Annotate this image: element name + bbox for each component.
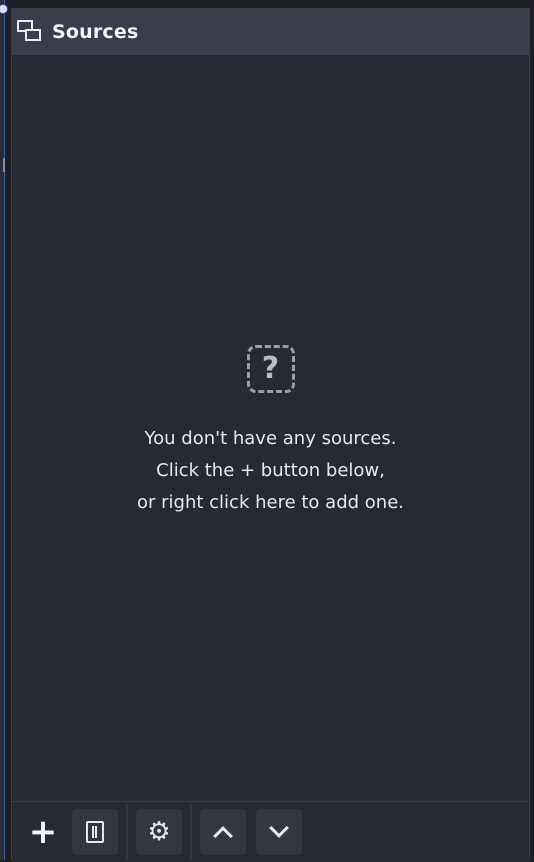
dock-title: Sources xyxy=(52,21,139,43)
trash-icon xyxy=(86,821,104,843)
gear-icon: ⚙ xyxy=(147,817,171,847)
sources-dock: Sources ? You don't have any sources. Cl… xyxy=(11,8,530,862)
question-mark-icon: ? xyxy=(246,345,295,393)
empty-message-line-1: You don't have any sources. xyxy=(144,428,397,449)
empty-message-line-3: or right click here to add one. xyxy=(137,492,404,513)
sources-list[interactable]: ? You don't have any sources. Click the … xyxy=(12,55,529,801)
empty-message-line-2: Click the + button below, xyxy=(156,460,385,481)
dock-splitter[interactable] xyxy=(0,0,8,860)
plus-icon: + xyxy=(28,812,58,852)
sources-toolbar: + ⚙ xyxy=(12,801,529,862)
source-properties-button[interactable]: ⚙ xyxy=(136,809,182,855)
sources-windows-icon xyxy=(16,17,46,47)
chevron-down-icon xyxy=(269,818,289,838)
splitter-handle[interactable] xyxy=(0,4,8,14)
move-source-down-button[interactable] xyxy=(256,809,302,855)
add-source-button[interactable]: + xyxy=(20,809,66,855)
move-source-up-button[interactable] xyxy=(200,809,246,855)
remove-source-button[interactable] xyxy=(72,809,118,855)
chevron-up-icon xyxy=(213,826,233,846)
resize-grip[interactable] xyxy=(3,158,9,172)
empty-state: ? You don't have any sources. Click the … xyxy=(12,345,529,519)
toolbar-divider xyxy=(126,804,128,860)
dock-titlebar[interactable]: Sources xyxy=(12,9,529,56)
toolbar-divider xyxy=(190,804,192,860)
obs-window: Sources ? You don't have any sources. Cl… xyxy=(0,0,534,862)
